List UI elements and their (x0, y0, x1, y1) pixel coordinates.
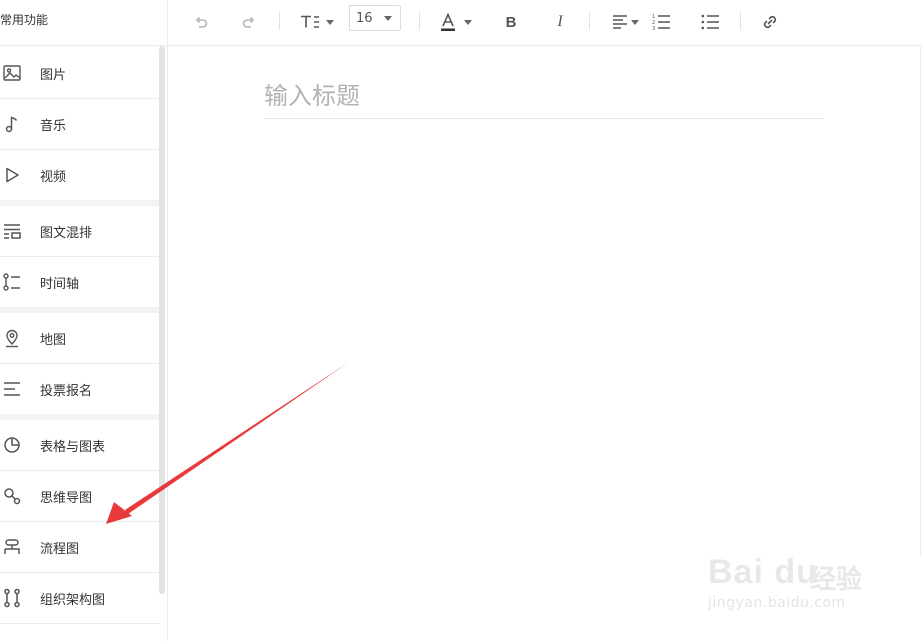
sidebar-item-mind-map[interactable]: 思维导图 (0, 471, 160, 522)
bold-icon: B (505, 13, 517, 31)
heading-style-button[interactable] (298, 8, 336, 36)
bullet-list-icon (701, 13, 719, 31)
sidebar-item-table-chart[interactable]: 表格与图表 (0, 420, 160, 471)
sidebar-item-label: 时间轴 (40, 276, 80, 292)
text-image-layout-icon (2, 221, 22, 241)
baidu-jingyan-watermark: Bai du 经验 jingyan.baidu.com (700, 545, 910, 625)
timeline-icon (2, 272, 22, 292)
undo-button[interactable] (190, 8, 212, 36)
sidebar-item-label: 视频 (40, 169, 67, 185)
insert-link-button[interactable] (759, 8, 781, 36)
sidebar-item-music[interactable]: 音乐 (0, 99, 160, 150)
sidebar-item-org-chart[interactable]: 组织架构图 (0, 573, 160, 624)
sidebar-title: 常用功能 (0, 13, 49, 27)
font-size-select[interactable]: 16 (349, 5, 401, 31)
chevron-down-icon (630, 19, 639, 25)
align-button[interactable] (610, 8, 640, 36)
redo-icon (241, 14, 257, 30)
toolbar-divider (279, 12, 280, 30)
sidebar-header: 常用功能 (0, 0, 167, 46)
font-size-value: 16 (356, 11, 373, 26)
play-icon (2, 165, 22, 185)
svg-text:3: 3 (652, 26, 655, 31)
sidebar-item-label: 图文混排 (40, 225, 93, 241)
sidebar-item-label: 组织架构图 (40, 592, 106, 608)
sidebar-item-video[interactable]: 视频 (0, 150, 160, 206)
align-left-icon (612, 14, 628, 30)
watermark-brand-cn: 经验 (810, 565, 863, 595)
ordered-list-icon: 123 (652, 13, 670, 31)
sidebar-item-image[interactable]: 图片 (0, 48, 160, 99)
sidebar-item-timeline[interactable]: 时间轴 (0, 257, 160, 313)
sidebar-item-label: 图片 (40, 67, 67, 83)
bullet-list-button[interactable] (699, 8, 721, 36)
title-input[interactable] (264, 73, 824, 119)
heading-icon (300, 14, 320, 30)
chevron-down-icon (326, 19, 334, 25)
chevron-down-icon (384, 16, 392, 21)
flowchart-icon (2, 537, 22, 557)
mind-map-icon (2, 486, 22, 506)
editor-toolbar: 16 B I 123 (168, 0, 922, 46)
font-color-button[interactable] (438, 8, 474, 36)
italic-icon: I (557, 13, 563, 30)
sidebar-list: 图片 音乐 视频 图文混排 时间轴 地图 投票报名 表格与图表 思维导图 流程图… (0, 48, 160, 624)
sidebar-item-text-image-layout[interactable]: 图文混排 (0, 206, 160, 257)
editor-right-border (920, 47, 921, 557)
toolbar-divider (740, 12, 741, 30)
bold-button[interactable]: B (501, 8, 521, 36)
chevron-down-icon (464, 19, 472, 25)
watermark-brand: Bai du (708, 553, 818, 591)
list-lines-icon (2, 379, 22, 399)
font-color-icon (440, 13, 456, 31)
org-chart-icon (2, 588, 22, 608)
sidebar-item-label: 表格与图表 (40, 439, 106, 455)
sidebar-item-flowchart[interactable]: 流程图 (0, 522, 160, 573)
redo-button[interactable] (238, 8, 260, 36)
music-note-icon (2, 114, 22, 134)
sidebar-item-map[interactable]: 地图 (0, 313, 160, 364)
ordered-list-button[interactable]: 123 (650, 8, 672, 36)
link-icon (762, 14, 778, 30)
sidebar-scrollbar[interactable] (159, 46, 165, 594)
pie-chart-icon (2, 435, 22, 455)
sidebar-item-label: 思维导图 (40, 490, 93, 506)
toolbar-divider (419, 12, 420, 30)
sidebar-item-label: 投票报名 (40, 383, 93, 399)
sidebar-item-vote-signup[interactable]: 投票报名 (0, 364, 160, 420)
sidebar-item-label: 流程图 (40, 541, 80, 557)
toolbar-divider (589, 12, 590, 30)
sidebar-item-label: 地图 (40, 332, 67, 348)
undo-icon (193, 14, 209, 30)
map-pin-icon (2, 328, 22, 348)
image-icon (2, 63, 22, 83)
watermark-url: jingyan.baidu.com (708, 595, 846, 611)
italic-button[interactable]: I (550, 8, 570, 36)
sidebar-item-label: 音乐 (40, 118, 67, 134)
sidebar: 常用功能 图片 音乐 视频 图文混排 时间轴 地图 投票报名 表格与图表 思维导… (0, 0, 168, 641)
